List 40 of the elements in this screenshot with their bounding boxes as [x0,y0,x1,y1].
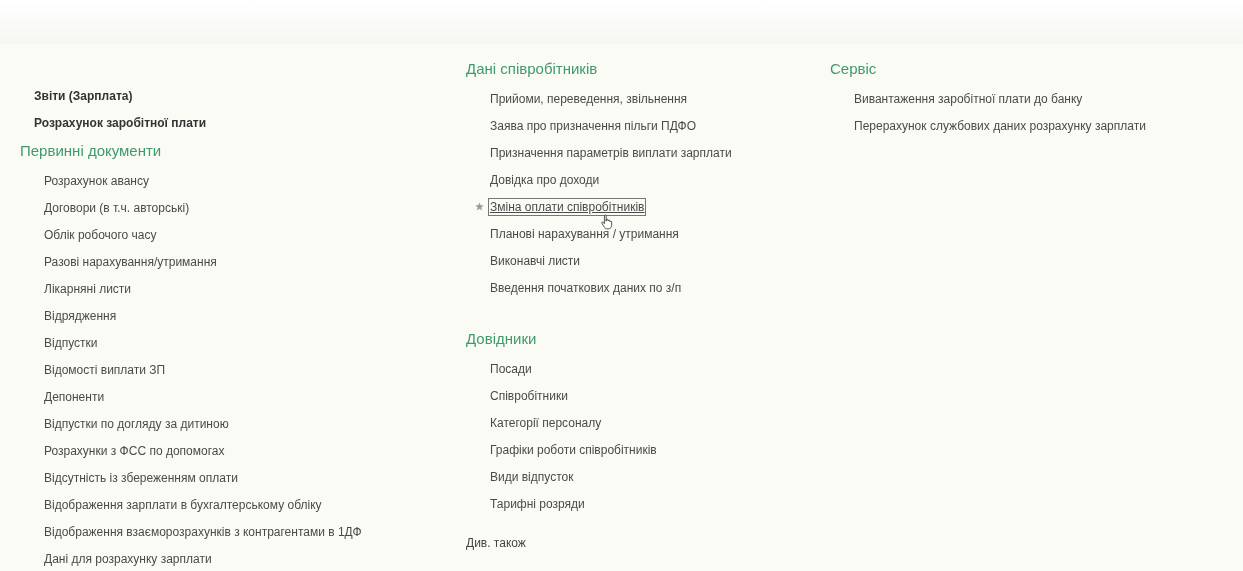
section-heading: Довідники [466,329,538,349]
menu-link[interactable]: Види відпусток [488,467,576,486]
command-link[interactable]: Звіти (Зарплата) [20,83,133,110]
menu-link[interactable]: Облік робочого часу [42,225,159,244]
menu-link[interactable]: Призначення параметрів виплати зарплати [488,143,734,162]
menu-link[interactable]: Відображення взаєморозрахунків з контрагентами в 1ДФ [42,522,364,541]
menu-link[interactable]: Введення початкових даних по з/п [488,278,684,297]
menu-link[interactable]: Вивантаження заробітної плати до банку [852,89,1085,108]
menu-link[interactable]: Відпустки [42,333,100,352]
hand-cursor-icon [601,214,613,230]
menu-link[interactable]: Довідка про доходи [488,170,602,189]
menu-link[interactable]: Разові нарахування/утримання [42,252,219,271]
menu-link[interactable]: Категорії персоналу [488,413,604,432]
menu-link[interactable]: Лікарняні листи [42,279,134,298]
menu-link[interactable]: Виконавчі листи [488,251,583,270]
menu-link[interactable]: Депоненти [42,387,107,406]
menu-link[interactable]: Планові нарахування / утримання [488,224,681,243]
menu-link[interactable]: Прийоми, переведення, звільнення [488,89,690,108]
command-link[interactable]: Розрахунок заробітної плати [20,110,207,137]
menu-link[interactable]: Посади [488,359,534,378]
section-heading: Дані співробітників [466,59,599,79]
menu-link[interactable]: Розрахунок авансу [42,171,151,190]
menu-link[interactable]: Перерахунок службових даних розрахунку зарплати [852,116,1148,135]
menu-link[interactable]: Відсутність із збереженням оплати [42,468,240,487]
menu-link[interactable]: Графіки роботи співробітників [488,440,659,459]
menu-link[interactable]: Відомості виплати ЗП [42,360,168,379]
star-icon[interactable] [475,202,484,211]
see-also-link[interactable]: Див. також [466,533,526,553]
menu-link[interactable]: Заява про призначення пільги ПДФО [488,116,699,135]
menu-link[interactable]: Відрядження [42,306,119,325]
menu-link[interactable]: Дані для розрахунку зарплати [42,549,214,568]
menu-link[interactable]: Відображення зарплати в бухгалтерському обліку [42,495,324,514]
menu-link[interactable]: Зміна оплати співробітників [488,197,647,216]
menu-link[interactable]: Співробітники [488,386,570,405]
menu-link[interactable]: Тарифні розряди [488,494,587,513]
menu-link[interactable]: Розрахунки з ФСС по допомогах [42,441,227,460]
menu-link[interactable]: Договори (в т.ч. авторські) [42,198,192,217]
menu-link[interactable]: Відпустки по догляду за дитиною [42,414,231,433]
section-heading: Сервіс [830,59,878,79]
section-heading: Первинні документи [20,141,163,161]
